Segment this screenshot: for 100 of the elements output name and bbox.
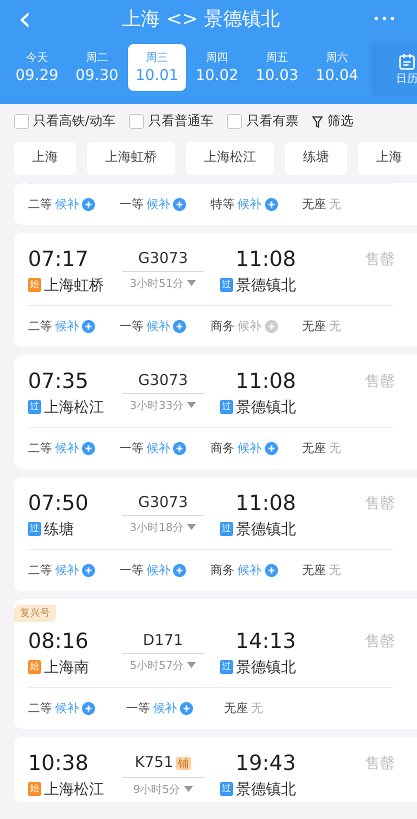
date-tab[interactable]: 今天 09.29: [8, 44, 66, 91]
train-card[interactable]: 07:50 过 练塘 G3073 3小时18分 11:08 过 景德镇北 售罄 二等 候补 一等 候补 商务 候补 无座 无: [14, 476, 417, 590]
waitlist-link[interactable]: 候补: [238, 195, 262, 213]
arrival-station: 景德镇北: [236, 396, 296, 418]
station-chip[interactable]: 上海: [14, 142, 76, 174]
station-tag: 过: [220, 782, 233, 796]
sold-out-label: 售罄: [365, 494, 395, 512]
station-chip[interactable]: 练塘: [285, 142, 347, 174]
station-chip[interactable]: 上海虹桥: [87, 142, 175, 174]
waitlist-link[interactable]: 候补: [153, 699, 177, 717]
duration: 3小时33分: [130, 398, 184, 412]
waitlist-link[interactable]: 候补: [55, 195, 79, 213]
seat-class: 商务: [210, 562, 234, 579]
plus-icon: [173, 564, 186, 576]
date-tab[interactable]: 周四 10.02: [188, 44, 246, 91]
more-button[interactable]: •••: [366, 9, 403, 29]
seat-class: 二等: [28, 440, 52, 457]
waitlist-link[interactable]: 候补: [238, 439, 262, 457]
train-number: G3073: [138, 248, 188, 266]
plus-icon: [173, 320, 186, 332]
seat-class: 无座: [302, 196, 326, 213]
departure-time: 10:38: [28, 750, 90, 776]
departure-time: 07:35: [28, 368, 90, 394]
station-tag: 过: [220, 522, 233, 536]
availability-text: 无: [251, 700, 263, 717]
seat-class: 特等: [210, 196, 234, 213]
plus-icon: [264, 442, 278, 454]
dropdown-icon: [187, 662, 196, 668]
seat-class: 二等: [28, 196, 52, 213]
date-tab[interactable]: 周二 09.30: [68, 44, 126, 91]
availability-text: 无: [328, 318, 341, 335]
plus-icon: [264, 564, 278, 576]
station-tag: 始: [28, 278, 41, 292]
station-chip[interactable]: 上海: [358, 142, 417, 174]
date-tab[interactable]: 周三 10.01: [128, 44, 186, 91]
waitlist-link[interactable]: 候补: [146, 195, 170, 213]
plus-icon: [82, 320, 95, 332]
arrival-time: 11:08: [234, 368, 296, 394]
waitlist-link[interactable]: 候补: [146, 439, 170, 457]
station-tag: 过: [220, 660, 233, 674]
availability-text: 无: [328, 440, 341, 457]
station-tag: 过: [220, 400, 233, 414]
arrival-station: 景德镇北: [236, 778, 296, 800]
seat-class: 无座: [224, 700, 248, 717]
checkbox[interactable]: [129, 114, 144, 130]
availability-text: 无: [328, 562, 341, 579]
arrival-station: 景德镇北: [236, 274, 296, 296]
waitlist-link[interactable]: 候补: [55, 561, 79, 579]
date-tab[interactable]: 周六 10.04: [308, 44, 366, 91]
dropdown-icon: [187, 280, 196, 286]
funnel-icon: [312, 116, 324, 128]
waitlist-link[interactable]: 候补: [146, 561, 170, 579]
seat-class: 一等: [119, 440, 144, 457]
checkbox[interactable]: [227, 114, 242, 130]
train-card[interactable]: 复兴号 08:16 始 上海南 D171 5小时57分 14:13 过 景德镇北 售罄 二等 候补 一等 候补 无座 无: [14, 598, 417, 728]
train-type-badge: 复兴号: [14, 604, 56, 622]
plus-icon: [82, 564, 95, 576]
sold-out-label: 售罄: [365, 250, 395, 268]
departure-station: 上海松江: [44, 778, 104, 800]
plus-icon: [264, 198, 278, 210]
departure-station: 上海松江: [44, 396, 104, 418]
departure-station: 上海南: [44, 656, 89, 678]
departure-time: 07:17: [28, 246, 90, 272]
duration: 5小时57分: [130, 658, 184, 672]
seat-class: 商务: [210, 318, 234, 335]
waitlist-link[interactable]: 候补: [55, 317, 79, 335]
waitlist-link[interactable]: 候补: [55, 439, 79, 457]
train-number: G3073: [138, 370, 188, 388]
duration: 3小时51分: [130, 276, 184, 290]
train-card[interactable]: 二等 候补 一等 候补 特等 候补 无座 无: [14, 182, 417, 224]
seat-class: 商务: [210, 440, 234, 457]
departure-station: 练塘: [44, 518, 74, 540]
dropdown-icon: [187, 524, 196, 530]
seat-class: 一等: [119, 318, 144, 335]
train-number: D171: [142, 630, 184, 648]
duration: 3小时18分: [130, 520, 184, 534]
train-number: K751: [134, 752, 174, 770]
waitlist-link[interactable]: 候补: [55, 699, 79, 717]
sold-out-label: 售罄: [365, 754, 395, 772]
checkbox[interactable]: [14, 114, 29, 130]
waitlist-link[interactable]: 候补: [146, 317, 170, 335]
berth-tag: 铺: [176, 756, 192, 770]
filter-button[interactable]: 筛选: [312, 112, 354, 132]
train-card[interactable]: 10:38 始 上海松江 K751 铺 9小时5分 19:43 过 景德镇北 售罄: [14, 736, 417, 802]
station-chip[interactable]: 上海松江: [186, 142, 274, 174]
arrival-time: 14:13: [234, 628, 296, 654]
seat-class: 无座: [302, 318, 326, 335]
seat-class: 二等: [28, 700, 52, 717]
arrival-station: 景德镇北: [236, 656, 296, 678]
back-button[interactable]: ‹: [14, 2, 36, 36]
calendar-icon: [398, 52, 416, 71]
waitlist-link[interactable]: 候补: [238, 561, 262, 579]
plus-icon: [264, 320, 278, 332]
train-card[interactable]: 07:35 过 上海松江 G3073 3小时33分 11:08 过 景德镇北 售罄 二等 候补 一等 候补 商务 候补 无座 无: [14, 354, 417, 468]
sold-out-label: 售罄: [365, 372, 395, 390]
date-tab[interactable]: 周五 10.03: [248, 44, 306, 91]
dropdown-icon: [184, 786, 193, 792]
plus-icon: [173, 198, 186, 210]
station-tag: 过: [220, 278, 233, 292]
station-tag: 过: [28, 400, 41, 414]
